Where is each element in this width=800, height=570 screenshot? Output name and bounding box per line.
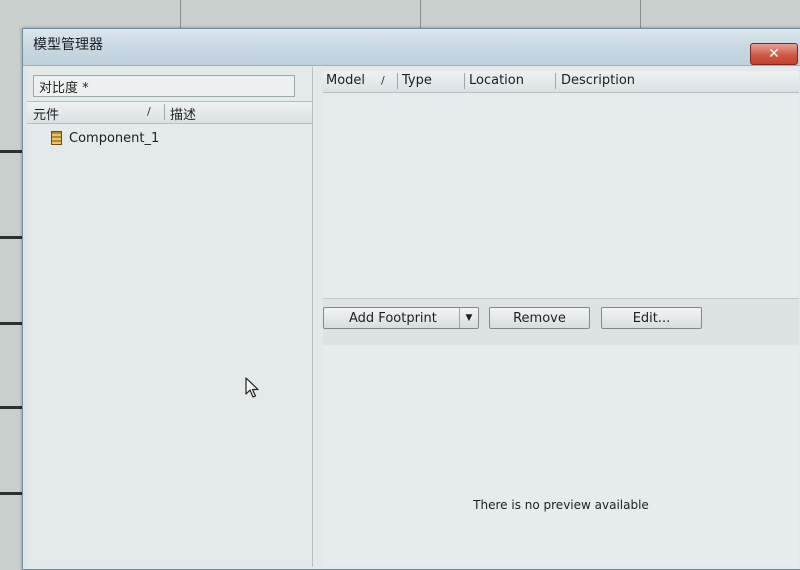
remove-label: Remove bbox=[513, 311, 566, 326]
remove-button[interactable]: Remove bbox=[489, 307, 590, 329]
canvas-tick bbox=[0, 492, 22, 495]
column-header-component[interactable]: 元件 bbox=[33, 104, 59, 123]
list-item[interactable]: Component_1 bbox=[51, 129, 159, 147]
column-header-type[interactable]: Type bbox=[402, 73, 432, 88]
model-button-bar: Add Footprint ▼ Remove Edit... bbox=[323, 299, 799, 345]
component-name: Component_1 bbox=[69, 130, 160, 146]
title-bar[interactable]: 模型管理器 ✕ bbox=[23, 29, 800, 66]
close-button[interactable]: ✕ bbox=[750, 43, 798, 65]
dialog-title: 模型管理器 bbox=[33, 37, 103, 53]
mouse-pointer-icon bbox=[245, 377, 259, 398]
column-separator[interactable] bbox=[464, 73, 465, 89]
canvas-tick bbox=[0, 150, 22, 153]
canvas-tick bbox=[0, 406, 22, 409]
preview-status-text: There is no preview available bbox=[473, 498, 649, 512]
component-icon bbox=[51, 131, 62, 145]
column-header-description[interactable]: Description bbox=[561, 73, 635, 88]
close-icon: ✕ bbox=[768, 46, 780, 62]
column-header-description[interactable]: 描述 bbox=[170, 104, 196, 123]
model-manager-dialog: 模型管理器 ✕ 元件 / 描述 Component_1 Model bbox=[22, 28, 800, 570]
add-footprint-label: Add Footprint bbox=[349, 311, 437, 326]
edit-label: Edit... bbox=[632, 311, 671, 326]
add-footprint-button[interactable]: Add Footprint ▼ bbox=[323, 307, 479, 329]
canvas-tick bbox=[0, 236, 22, 239]
column-separator[interactable] bbox=[164, 104, 165, 120]
sort-indicator-icon: / bbox=[147, 105, 151, 118]
model-list-header: Model / Type Location Description bbox=[323, 71, 799, 93]
column-header-model[interactable]: Model bbox=[326, 73, 365, 88]
sort-indicator-icon: / bbox=[381, 74, 385, 87]
edit-button[interactable]: Edit... bbox=[601, 307, 702, 329]
footprint-preview-area: There is no preview available bbox=[323, 346, 799, 567]
component-filter-input[interactable] bbox=[33, 75, 295, 97]
canvas-tick bbox=[0, 322, 22, 325]
column-separator[interactable] bbox=[397, 73, 398, 89]
model-list[interactable] bbox=[323, 93, 799, 299]
dialog-client-area: 元件 / 描述 Component_1 Model / Type Locatio… bbox=[27, 67, 800, 569]
column-header-location[interactable]: Location bbox=[469, 73, 524, 88]
component-list-header: 元件 / 描述 bbox=[27, 101, 312, 124]
component-panel: 元件 / 描述 Component_1 bbox=[27, 67, 313, 567]
dropdown-arrow-icon[interactable]: ▼ bbox=[459, 308, 478, 328]
column-separator[interactable] bbox=[555, 73, 556, 89]
